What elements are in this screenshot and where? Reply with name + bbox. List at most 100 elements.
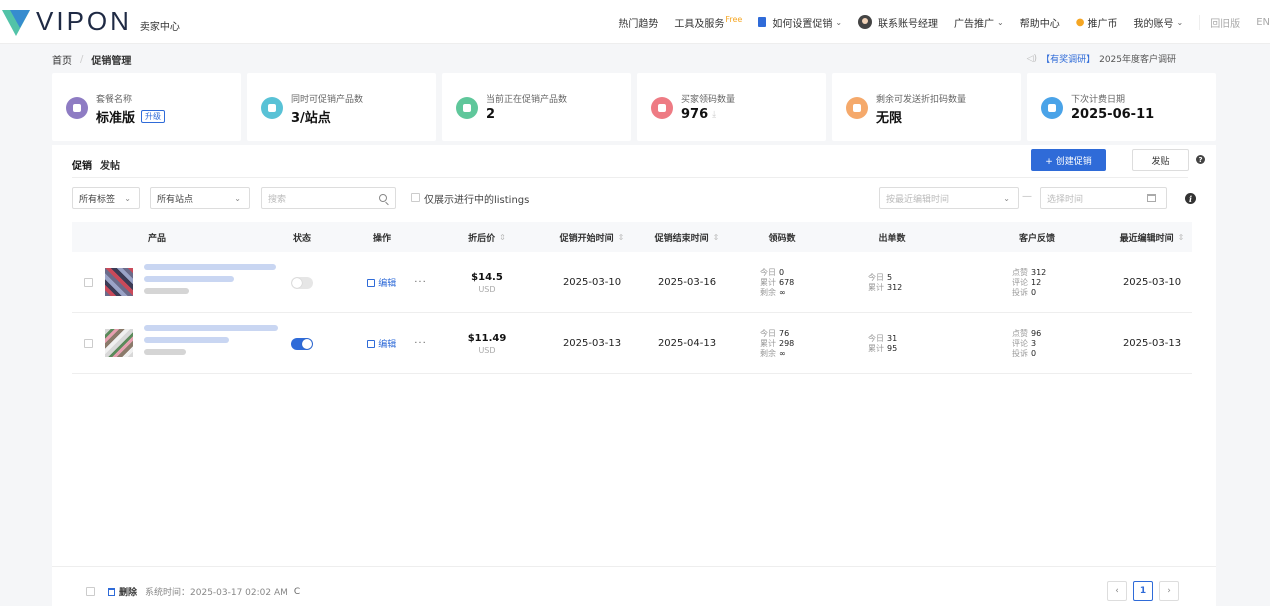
row-checkbox[interactable]: [84, 278, 93, 287]
card-remaining: 剩余可发送折扣码数量 无限: [832, 73, 1021, 141]
book-icon: [758, 17, 767, 27]
top-nav: 热门趋势 工具及服务 Free 如何设置促销 ⌄ 联系账号经理 广告推广 ⌄ 帮助中心…: [610, 0, 1270, 44]
row-checkbox[interactable]: [84, 339, 93, 348]
active-icon: [456, 97, 478, 119]
prev-page-button[interactable]: ‹: [1107, 581, 1127, 601]
date-dash: —: [1022, 191, 1032, 202]
nav-account[interactable]: 我的账号 ⌄: [1133, 15, 1183, 30]
stat-cards: 套餐名称 标准版 升级 同时可促销产品数 3/站点 当前正在促销产品数 2 买家领…: [52, 73, 1216, 141]
concurrent-icon: [261, 97, 283, 119]
nav-howto[interactable]: 如何设置促销 ⌄: [758, 15, 842, 30]
card-value: 无限: [876, 111, 903, 126]
col-edited[interactable]: 最近编辑时间 ⇕: [1102, 222, 1202, 252]
nav-coins[interactable]: ● 推广币: [1076, 15, 1118, 30]
edit-button[interactable]: 编辑: [367, 276, 396, 289]
post-button[interactable]: 发贴: [1132, 149, 1189, 171]
complaints: 0: [1031, 287, 1037, 297]
card-label: 同时可促销产品数: [291, 95, 364, 105]
product-asin-blurred: [144, 337, 229, 343]
sort-select[interactable]: 按最近编辑时间 ⌄: [879, 187, 1019, 209]
chevron-down-icon: ⌄: [234, 193, 241, 203]
breadcrumb-home[interactable]: 首页: [52, 52, 72, 67]
date-picker[interactable]: 选择时间: [1040, 187, 1167, 209]
lbl-complaint: 投诉: [1012, 348, 1028, 358]
sort-icon: ⇕: [1177, 232, 1185, 242]
start-date: 2025-03-10: [562, 277, 622, 288]
start-date: 2025-03-13: [562, 338, 622, 349]
info-icon[interactable]: i: [1185, 193, 1196, 204]
more-options-button[interactable]: ···: [414, 338, 427, 349]
vipon-logo-icon: [2, 8, 30, 36]
product-info[interactable]: [144, 325, 279, 361]
nav-help[interactable]: 帮助中心: [1020, 15, 1060, 30]
orders-cell: 今日 31 累计 95: [868, 313, 938, 374]
date-placeholder: 选择时间: [1047, 194, 1084, 205]
col-edited-label: 最近编辑时间: [1119, 233, 1174, 244]
lbl-today: 今日: [760, 267, 776, 277]
next-page-button[interactable]: ›: [1159, 581, 1179, 601]
ops-cell: 编辑 ···: [342, 313, 452, 374]
create-promotion-button[interactable]: + 创建促销: [1031, 149, 1106, 171]
trash-icon: [108, 587, 115, 596]
table-row: 编辑 ··· $14.5 USD 2025-03-10 2025-03-16 今…: [72, 252, 1192, 313]
card-value: 2: [486, 107, 496, 122]
card-plan: 套餐名称 标准版 升级: [52, 73, 241, 141]
help-icon[interactable]: ?: [1196, 155, 1205, 164]
orders-total: 95: [887, 343, 898, 353]
status-toggle[interactable]: [291, 337, 313, 350]
lbl-complaint: 投诉: [1012, 287, 1028, 297]
survey-text: 2025年度客户调研: [1099, 55, 1176, 65]
more-options-button[interactable]: ···: [414, 277, 427, 288]
tab-post[interactable]: 发帖: [100, 157, 120, 172]
product-thumbnail[interactable]: [105, 329, 133, 357]
likes: 312: [1031, 267, 1047, 277]
lbl-total: 累计: [760, 338, 776, 348]
nav-tools[interactable]: 工具及服务 Free: [674, 15, 742, 30]
footer-divider: [52, 566, 1216, 567]
show-active-checkbox[interactable]: [411, 193, 420, 202]
survey-banner[interactable]: ◁) 【有奖调研】 2025年度客户调研: [1027, 52, 1176, 66]
page-number[interactable]: 1: [1133, 581, 1153, 601]
card-value: 2025-06-11: [1071, 107, 1155, 122]
nav-manager[interactable]: 联系账号经理: [858, 15, 938, 30]
search-input[interactable]: 搜索: [261, 187, 396, 209]
nav-language[interactable]: EN: [1256, 17, 1270, 28]
refresh-icon[interactable]: C: [294, 587, 300, 597]
lbl-left: 剩余: [760, 287, 776, 297]
lbl-like: 点赞: [1012, 267, 1028, 277]
edit-button[interactable]: 编辑: [367, 337, 396, 350]
product-info[interactable]: [144, 264, 279, 300]
logo[interactable]: VIPON 卖家中心: [2, 6, 180, 37]
nav-old-version[interactable]: 回旧版: [1199, 14, 1240, 30]
codes-left: ∞: [779, 287, 786, 297]
nav-ads[interactable]: 广告推广 ⌄: [954, 15, 1004, 30]
breadcrumb: 首页 / 促销管理: [52, 52, 131, 67]
end-date: 2025-04-13: [657, 338, 717, 349]
site-select[interactable]: 所有站点 ⌄: [150, 187, 250, 209]
col-end[interactable]: 促销结束时间 ⇕: [637, 222, 737, 252]
lbl-total: 累计: [760, 277, 776, 287]
codes-cell: 今日 0 累计 678 剩余 ∞: [760, 252, 830, 313]
codes-icon: [651, 97, 673, 119]
lbl-today: 今日: [868, 272, 884, 282]
tag-select[interactable]: 所有标签 ⌄: [72, 187, 140, 209]
upgrade-button[interactable]: 升级: [141, 110, 166, 123]
col-start[interactable]: 促销开始时间 ⇕: [542, 222, 642, 252]
delete-button[interactable]: 删除: [108, 585, 137, 598]
manager-avatar-icon: [858, 15, 873, 29]
col-price-label: 折后价: [468, 233, 496, 244]
product-title-blurred: [144, 264, 276, 270]
download-icon[interactable]: ⤓: [712, 110, 716, 120]
tab-promo[interactable]: 促销: [72, 157, 92, 172]
product-thumbnail[interactable]: [105, 268, 133, 296]
nav-trends[interactable]: 热门趋势: [618, 15, 658, 30]
lbl-like: 点赞: [1012, 328, 1028, 338]
chevron-down-icon: ⌄: [835, 17, 843, 27]
status-toggle[interactable]: [291, 276, 313, 289]
card-value: 标准版: [96, 111, 136, 126]
lbl-left: 剩余: [760, 348, 776, 358]
col-price[interactable]: 折后价 ⇕: [447, 222, 527, 252]
status-cell: [272, 252, 332, 313]
select-all-checkbox[interactable]: [86, 587, 95, 596]
lbl-review: 评论: [1012, 277, 1028, 287]
